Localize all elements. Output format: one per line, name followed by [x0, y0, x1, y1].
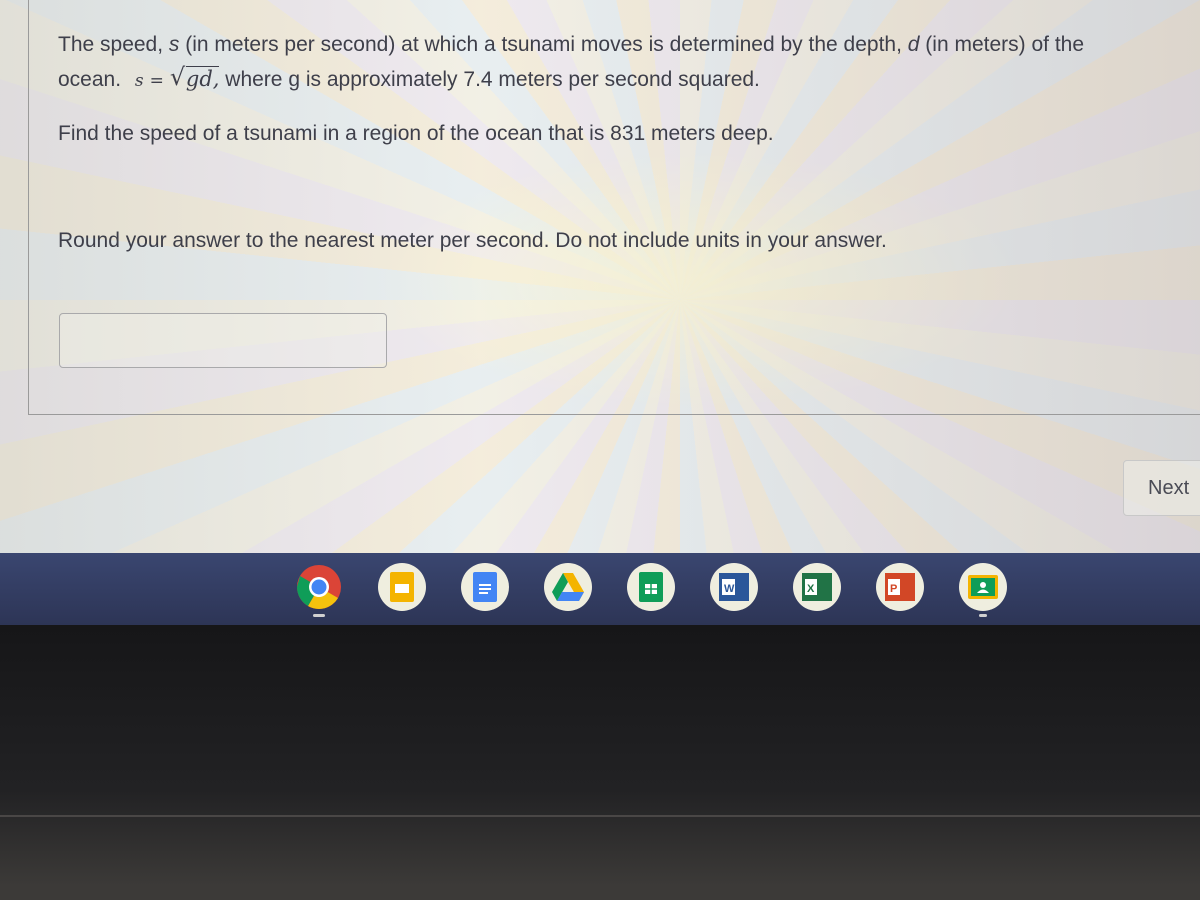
shelf-app-google-classroom[interactable]	[959, 563, 1007, 617]
square-root: √ gd,	[170, 63, 220, 92]
answer-input[interactable]	[59, 313, 387, 368]
svg-text:X: X	[807, 583, 815, 595]
active-indicator	[313, 614, 325, 617]
shelf-app-google-slides[interactable]	[378, 563, 426, 611]
chromeos-shelf: W X P	[0, 553, 1200, 625]
drive-icon	[552, 573, 584, 601]
sheets-icon	[639, 572, 663, 602]
chrome-icon	[297, 565, 341, 609]
formula-radicand: gd,	[185, 66, 220, 91]
laptop-bezel	[0, 625, 1200, 900]
text: ocean.	[58, 68, 122, 91]
shelf-app-microsoft-powerpoint[interactable]: P	[876, 563, 924, 611]
variable-s: s	[168, 33, 180, 56]
radical-sign-icon: √	[169, 63, 186, 91]
slides-icon	[390, 572, 414, 602]
formula-lhs: s	[134, 71, 144, 91]
shelf-app-google-docs[interactable]	[461, 563, 509, 611]
text: The speed,	[58, 33, 169, 56]
classroom-icon	[968, 575, 998, 599]
word-icon: W	[719, 573, 749, 601]
svg-text:W: W	[724, 583, 735, 595]
question-line-2: ocean. s = √ gd, where g is approximately 7…	[58, 63, 760, 92]
powerpoint-icon: P	[885, 573, 915, 601]
shelf-app-google-drive[interactable]	[544, 563, 592, 611]
active-indicator	[979, 614, 987, 617]
question-line-1: The speed, s (in meters per second) at w…	[58, 33, 1084, 57]
shelf-app-microsoft-excel[interactable]: X	[793, 563, 841, 611]
svg-text:P: P	[890, 583, 897, 595]
text: (in meters per second) at which a tsunam…	[179, 33, 908, 56]
shelf-app-microsoft-word[interactable]: W	[710, 563, 758, 611]
next-button[interactable]: Next	[1123, 460, 1200, 516]
formula-equals: =	[149, 71, 164, 91]
text: where g is approximately 7.4 meters per …	[219, 68, 760, 91]
shelf-app-chrome[interactable]	[295, 563, 343, 617]
shelf-app-google-sheets[interactable]	[627, 563, 675, 611]
variable-d: d	[907, 33, 920, 56]
rounding-instructions: Round your answer to the nearest meter p…	[58, 229, 887, 252]
docs-icon	[473, 572, 497, 602]
excel-icon: X	[802, 573, 832, 601]
question-line-3: Find the speed of a tsunami in a region …	[58, 122, 774, 145]
text: (in meters) of the	[919, 33, 1085, 56]
